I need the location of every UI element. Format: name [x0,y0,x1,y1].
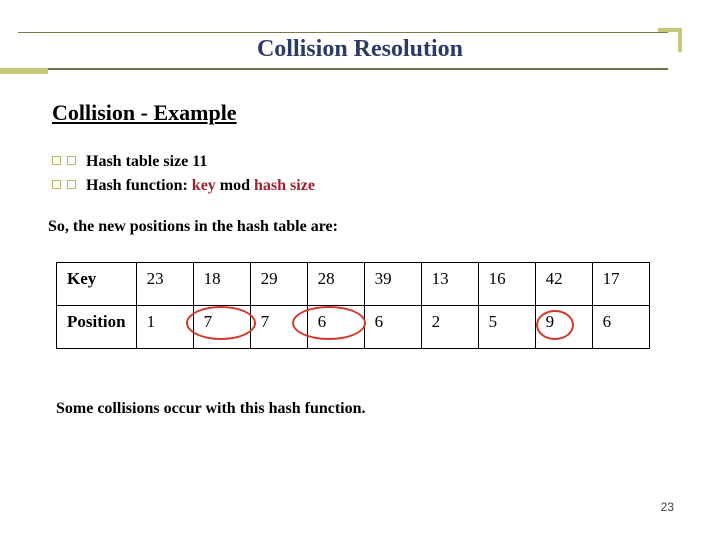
table-cell: 39 [364,263,421,306]
hash-table: Key 23 18 29 28 39 13 16 42 17 Position … [56,262,650,349]
table-row: Key 23 18 29 28 39 13 16 42 17 [57,263,650,306]
row-header-key: Key [57,263,137,306]
hash-table-wrap: Key 23 18 29 28 39 13 16 42 17 Position … [56,262,650,349]
title-rule-top [18,32,668,33]
table-cell: 9 [535,306,592,349]
table-cell: 13 [421,263,478,306]
bullet-text-prefix: Hash function: [86,177,192,194]
slide-title: Collision Resolution [251,36,469,63]
intro-paragraph: So, the new positions in the hash table … [48,218,338,236]
table-cell: 2 [421,306,478,349]
title-band: Collision Resolution [0,36,720,63]
table-cell: 23 [136,263,193,306]
table-cell: 6 [364,306,421,349]
table-cell: 6 [592,306,649,349]
title-rule-stub [0,68,48,74]
table-cell: 6 [307,306,364,349]
table-row: Position 1 7 7 6 6 2 5 9 6 [57,306,650,349]
table-cell: 29 [250,263,307,306]
bullet-marker-icon [52,156,61,165]
bullet-accent-key: key [192,177,216,194]
conclusion-paragraph: Some collisions occur with this hash fun… [56,400,366,418]
table-cell: 28 [307,263,364,306]
table-cell: 18 [193,263,250,306]
bullet-marker-icon [67,156,76,165]
slide-number: 23 [661,500,674,514]
bullet-item: Hash table size 11 [52,150,315,174]
table-cell: 7 [193,306,250,349]
row-header-position: Position [57,306,137,349]
bullet-marker-icon [52,180,61,189]
bullet-accent-hashsize: hash size [254,177,315,194]
bullet-text-mid: mod [220,177,254,194]
section-heading: Collision - Example [52,100,237,126]
bullet-marker-icon [67,180,76,189]
bullet-list: Hash table size 11 Hash function: key mo… [52,150,315,198]
table-cell: 16 [478,263,535,306]
table-cell: 17 [592,263,649,306]
bullet-item: Hash function: key mod hash size [52,174,315,198]
table-cell: 1 [136,306,193,349]
table-cell: 5 [478,306,535,349]
title-rule-bottom [18,68,668,70]
table-cell: 42 [535,263,592,306]
table-cell: 7 [250,306,307,349]
bullet-text: Hash table size 11 [86,153,207,170]
